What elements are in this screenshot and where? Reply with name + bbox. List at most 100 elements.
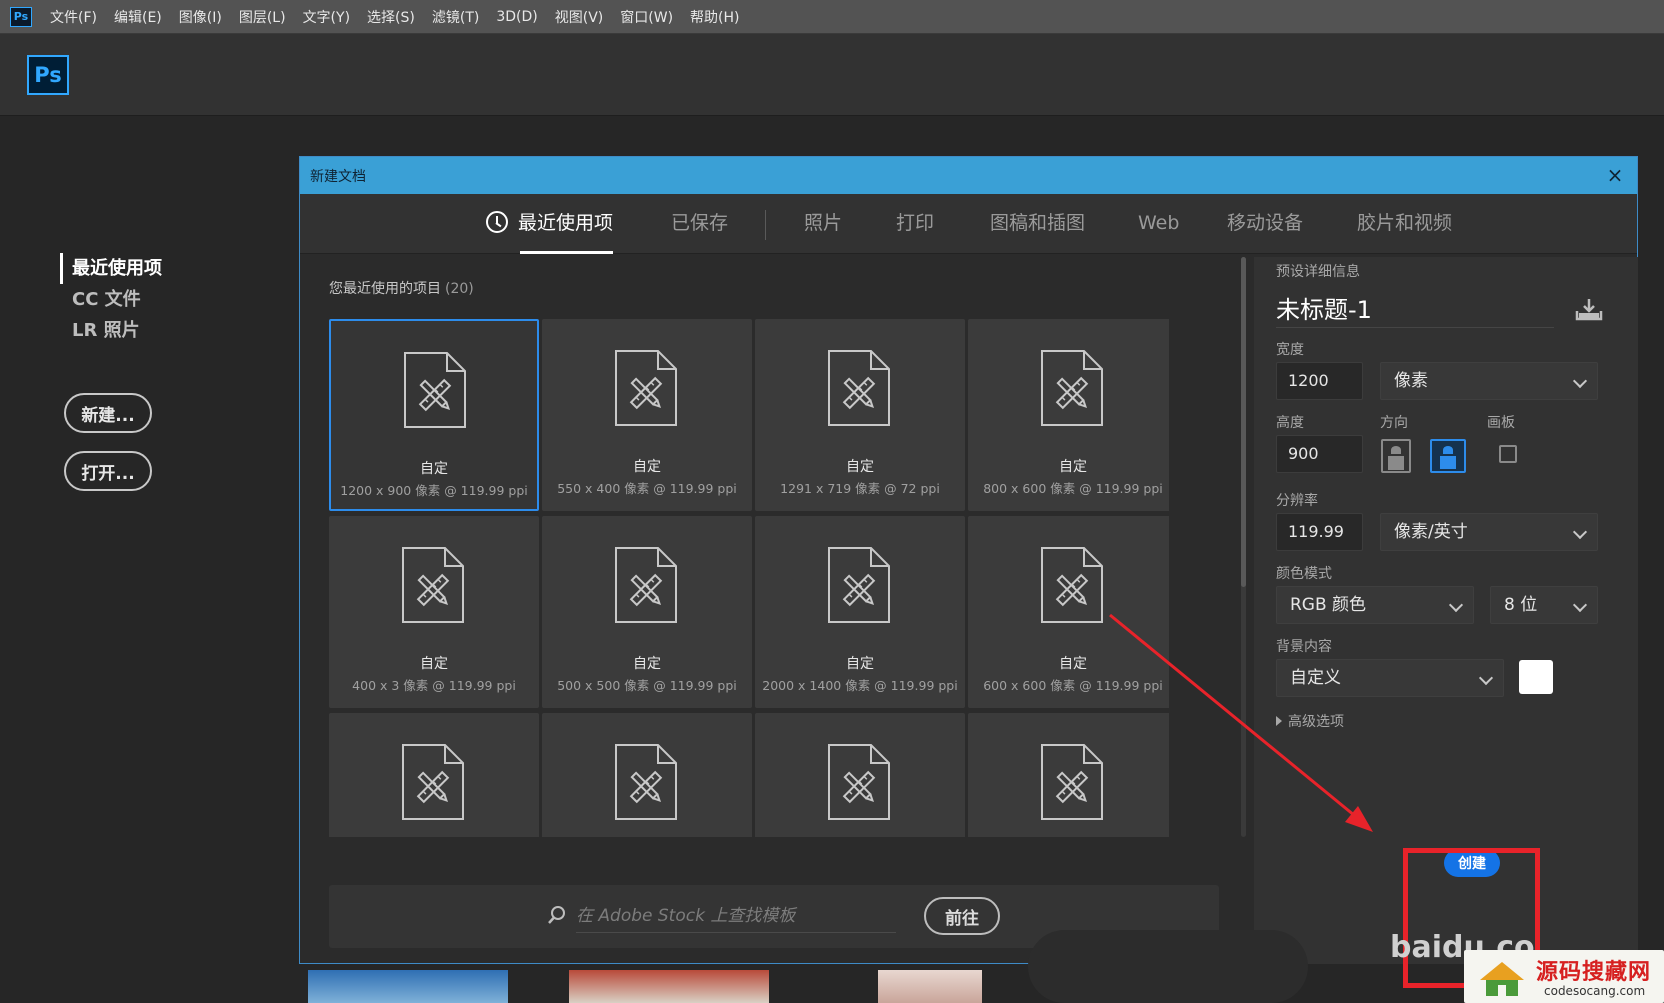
house-logo-icon [1480, 962, 1524, 996]
unit-select[interactable]: 像素 [1380, 362, 1598, 400]
recent-items-label: 您最近使用的项目 [329, 281, 441, 297]
scrollbar-thumb[interactable] [1241, 257, 1246, 587]
color-mode-value: RGB 颜色 [1290, 595, 1367, 615]
artboard-checkbox[interactable] [1499, 445, 1517, 463]
clock-icon [486, 211, 508, 233]
document-preset-icon [827, 349, 891, 427]
background-label: 背景内容 [1276, 639, 1332, 655]
preset-name: 自定 [1059, 656, 1087, 672]
start-nav: 最近使用项 CC 文件 LR 照片 [60, 253, 162, 346]
tab-art-illustration[interactable]: 图稿和插图 [990, 194, 1085, 254]
start-nav-recent[interactable]: 最近使用项 [60, 253, 162, 284]
preset-card[interactable] [329, 713, 539, 837]
start-nav-cc-files[interactable]: CC 文件 [60, 284, 162, 315]
preset-card[interactable]: 自定 800 x 600 像素 @ 119.99 ppi [968, 319, 1169, 511]
unit-value: 像素 [1394, 371, 1428, 391]
height-input[interactable]: 900 [1276, 435, 1363, 473]
preset-card[interactable]: 自定 1200 x 900 像素 @ 119.99 ppi [329, 319, 539, 511]
color-mode-label: 颜色模式 [1276, 566, 1332, 582]
advanced-options-toggle[interactable]: 高级选项 [1276, 711, 1344, 731]
chevron-down-icon [1572, 524, 1588, 540]
background-select[interactable]: 自定义 [1276, 659, 1504, 697]
menu-window[interactable]: 窗口(W) [620, 7, 673, 27]
height-label: 高度 [1276, 415, 1304, 431]
go-button[interactable]: 前往 [924, 897, 1000, 935]
menu-edit[interactable]: 编辑(E) [114, 7, 162, 27]
bit-depth-select[interactable]: 8 位 [1490, 586, 1598, 624]
tab-divider [765, 210, 766, 240]
preset-card[interactable]: 自定 550 x 400 像素 @ 119.99 ppi [542, 319, 752, 511]
menu-layer[interactable]: 图层(L) [239, 7, 286, 27]
document-preset-icon [827, 743, 891, 821]
recent-items-count: (20) [445, 281, 474, 297]
preset-name: 自定 [1059, 459, 1087, 475]
document-preset-icon [827, 546, 891, 624]
document-preset-icon [1040, 546, 1104, 624]
background-thumbnail[interactable] [308, 970, 508, 1003]
tab-mobile[interactable]: 移动设备 [1227, 194, 1303, 254]
portrait-orientation-icon[interactable] [1381, 439, 1411, 473]
background-thumbnail[interactable] [569, 970, 769, 1003]
preset-card[interactable] [542, 713, 752, 837]
preset-description: 400 x 3 像素 @ 119.99 ppi [352, 678, 516, 693]
recent-items-title: 您最近使用的项目 (20) [329, 278, 474, 298]
tab-web[interactable]: Web [1138, 194, 1179, 254]
menu-image[interactable]: 图像(I) [179, 7, 222, 27]
close-icon[interactable]: × [1605, 165, 1625, 185]
preset-name: 自定 [420, 461, 448, 477]
preset-scrollbar[interactable] [1241, 257, 1246, 837]
search-icon [548, 906, 565, 924]
color-mode-select[interactable]: RGB 颜色 [1276, 586, 1474, 624]
background-thumbnail[interactable] [878, 970, 982, 1003]
stock-search-input[interactable] [576, 899, 896, 933]
preset-description: 500 x 500 像素 @ 119.99 ppi [557, 678, 737, 693]
preset-card[interactable]: 自定 2000 x 1400 像素 @ 119.99 ppi [755, 516, 965, 708]
advanced-options-label: 高级选项 [1288, 714, 1344, 730]
resolution-unit-select[interactable]: 像素/英寸 [1380, 513, 1598, 551]
photoshop-logo: Ps [27, 55, 69, 95]
preset-card[interactable]: 自定 600 x 600 像素 @ 119.99 ppi [968, 516, 1169, 708]
preset-card[interactable] [755, 713, 965, 837]
menu-help[interactable]: 帮助(H) [690, 7, 739, 27]
resolution-input[interactable]: 119.99 [1276, 513, 1363, 551]
preset-card[interactable]: 自定 500 x 500 像素 @ 119.99 ppi [542, 516, 752, 708]
preset-name: 自定 [633, 459, 661, 475]
menu-filter[interactable]: 滤镜(T) [432, 7, 479, 27]
menu-3d[interactable]: 3D(D) [496, 9, 537, 25]
chevron-down-icon [1572, 597, 1588, 613]
document-name-input[interactable]: 未标题-1 [1276, 290, 1554, 328]
menu-file[interactable]: 文件(F) [50, 7, 97, 27]
start-nav-lr-photos[interactable]: LR 照片 [60, 315, 162, 346]
preset-card[interactable]: 自定 400 x 3 像素 @ 119.99 ppi [329, 516, 539, 708]
preset-card[interactable] [968, 713, 1169, 837]
disclosure-triangle-icon [1276, 716, 1282, 726]
bit-depth-value: 8 位 [1504, 595, 1538, 615]
save-preset-icon[interactable] [1575, 297, 1603, 321]
new-button[interactable]: 新建... [64, 393, 152, 433]
resolution-label: 分辨率 [1276, 493, 1318, 509]
tab-film-video[interactable]: 胶片和视频 [1357, 194, 1452, 254]
background-color-swatch[interactable] [1519, 660, 1553, 694]
document-preset-icon [1040, 743, 1104, 821]
dialog-title-bar: 新建文档 × [300, 157, 1637, 194]
smudge-overlay [1028, 930, 1308, 1003]
landscape-orientation-icon[interactable] [1430, 439, 1466, 473]
width-input[interactable]: 1200 [1276, 362, 1363, 400]
preset-description: 550 x 400 像素 @ 119.99 ppi [557, 481, 737, 496]
preset-card[interactable]: 自定 1291 x 719 像素 @ 72 ppi [755, 319, 965, 511]
menu-view[interactable]: 视图(V) [555, 7, 604, 27]
resolution-unit-value: 像素/英寸 [1394, 522, 1468, 542]
app-header: Ps [0, 34, 1664, 116]
tab-recent[interactable]: 最近使用项 [486, 194, 614, 254]
tab-saved[interactable]: 已保存 [671, 194, 728, 254]
open-button[interactable]: 打开... [64, 451, 152, 491]
menu-type[interactable]: 文字(Y) [303, 7, 350, 27]
preset-description: 600 x 600 像素 @ 119.99 ppi [983, 678, 1163, 693]
background-value: 自定义 [1290, 668, 1341, 688]
document-preset-icon [614, 349, 678, 427]
menu-select[interactable]: 选择(S) [367, 7, 415, 27]
tab-photo[interactable]: 照片 [804, 194, 842, 254]
chevron-down-icon [1572, 373, 1588, 389]
site-title: 源码搜藏网 [1536, 960, 1652, 985]
tab-print[interactable]: 打印 [896, 194, 934, 254]
